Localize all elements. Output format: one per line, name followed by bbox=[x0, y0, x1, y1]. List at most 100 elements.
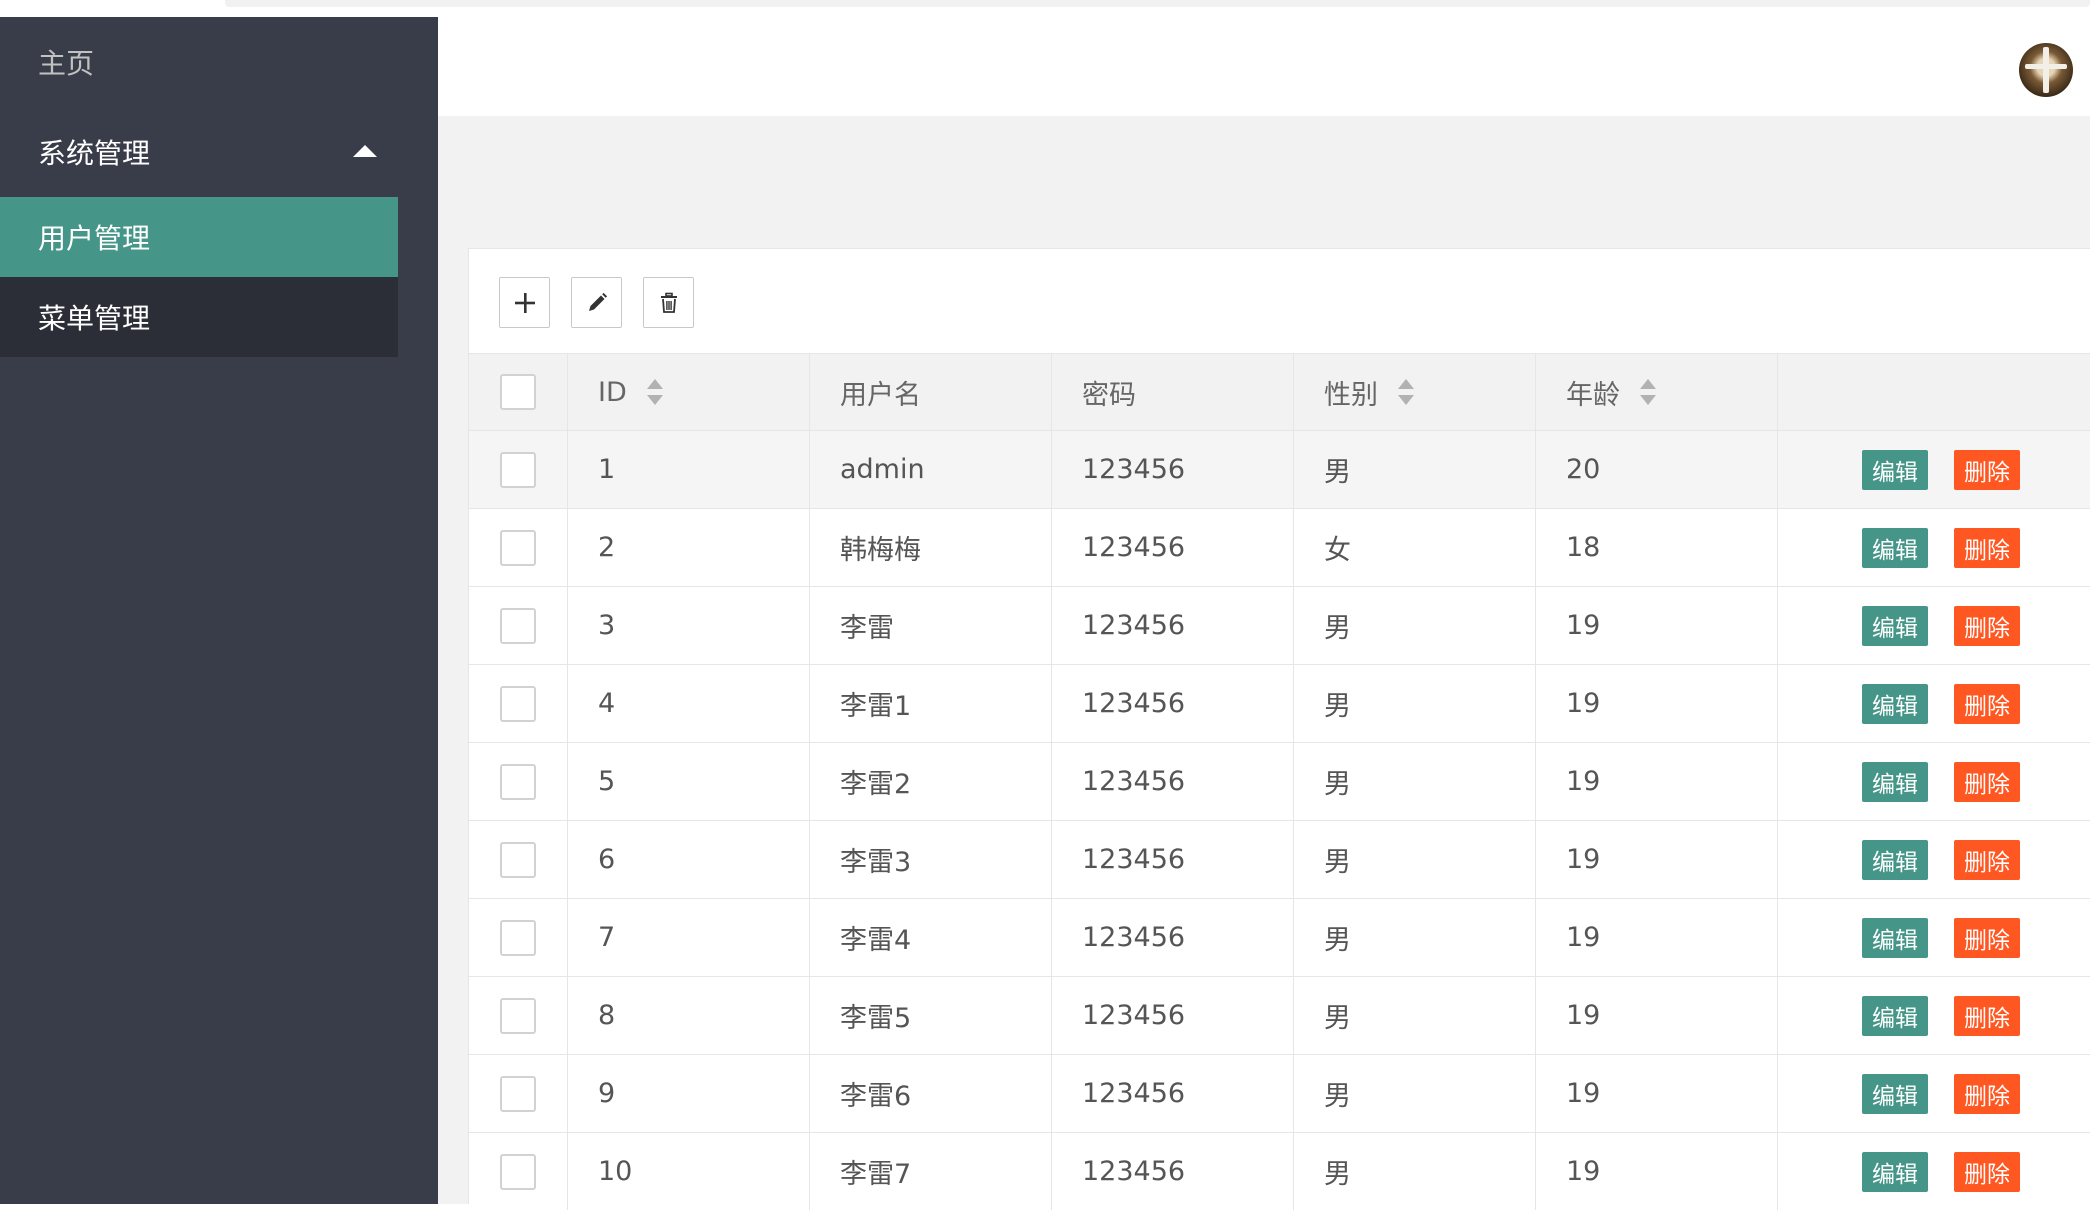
sidebar-item-menu-management[interactable]: 菜单管理 bbox=[0, 277, 398, 357]
nav-group-system-management[interactable]: 系统管理 bbox=[0, 107, 438, 197]
row-delete-button[interactable]: 删除 bbox=[1954, 449, 2020, 490]
row-delete-button[interactable]: 删除 bbox=[1954, 1073, 2020, 1114]
cell-password: 123456 bbox=[1051, 977, 1293, 1054]
cell-id: 3 bbox=[567, 587, 809, 664]
row-checkbox[interactable] bbox=[500, 1153, 536, 1190]
row-edit-button[interactable]: 编辑 bbox=[1862, 761, 1928, 802]
table-row[interactable]: 1 admin 123456 男 20 编辑 删除 bbox=[469, 430, 2090, 508]
row-delete-button[interactable]: 删除 bbox=[1954, 995, 2020, 1036]
add-button[interactable] bbox=[499, 277, 550, 328]
cell-gender: 男 bbox=[1293, 743, 1535, 820]
sidebar-item-user-management[interactable]: 用户管理 bbox=[0, 197, 398, 277]
sort-icon[interactable] bbox=[1398, 379, 1414, 405]
cell-gender: 男 bbox=[1293, 821, 1535, 898]
sort-icon[interactable] bbox=[1640, 379, 1656, 405]
submenu: 用户管理 菜单管理 bbox=[0, 197, 398, 357]
cell-age: 18 bbox=[1535, 509, 1777, 586]
row-delete-button[interactable]: 删除 bbox=[1954, 761, 2020, 802]
nav-home[interactable]: 主页 bbox=[0, 17, 438, 107]
row-delete-button[interactable]: 删除 bbox=[1954, 683, 2020, 724]
row-checkbox-cell bbox=[469, 743, 567, 820]
cell-id: 2 bbox=[567, 509, 809, 586]
cell-age: 20 bbox=[1535, 431, 1777, 508]
row-checkbox[interactable] bbox=[500, 529, 536, 566]
row-edit-button[interactable]: 编辑 bbox=[1862, 683, 1928, 724]
header-actions bbox=[1777, 354, 2090, 430]
header-gender[interactable]: 性别 bbox=[1293, 354, 1535, 430]
row-delete-button[interactable]: 删除 bbox=[1954, 1151, 2020, 1192]
row-checkbox-cell bbox=[469, 977, 567, 1054]
cell-gender: 男 bbox=[1293, 899, 1535, 976]
cell-actions: 编辑 删除 bbox=[1777, 977, 2090, 1054]
header-age[interactable]: 年龄 bbox=[1535, 354, 1777, 430]
main-content: ID 用户名 密码 性别 年龄 1 admin 123456 男 20 编辑 删… bbox=[438, 116, 2090, 1210]
row-checkbox-cell bbox=[469, 1055, 567, 1132]
row-checkbox[interactable] bbox=[500, 997, 536, 1034]
row-edit-button[interactable]: 编辑 bbox=[1862, 1073, 1928, 1114]
cell-username: 韩梅梅 bbox=[809, 509, 1051, 586]
cell-age: 19 bbox=[1535, 665, 1777, 742]
row-edit-button[interactable]: 编辑 bbox=[1862, 917, 1928, 958]
select-all-checkbox[interactable] bbox=[500, 374, 536, 410]
row-checkbox[interactable] bbox=[500, 763, 536, 800]
delete-selected-button[interactable] bbox=[643, 277, 694, 328]
row-checkbox[interactable] bbox=[500, 841, 536, 878]
table-row[interactable]: 7 李雷4 123456 男 19 编辑 删除 bbox=[469, 898, 2090, 976]
row-edit-button[interactable]: 编辑 bbox=[1862, 839, 1928, 880]
cell-age: 19 bbox=[1535, 899, 1777, 976]
row-edit-button[interactable]: 编辑 bbox=[1862, 995, 1928, 1036]
cell-username: 李雷1 bbox=[809, 665, 1051, 742]
table-row[interactable]: 3 李雷 123456 男 19 编辑 删除 bbox=[469, 586, 2090, 664]
cell-username: 李雷2 bbox=[809, 743, 1051, 820]
cell-password: 123456 bbox=[1051, 509, 1293, 586]
cell-id: 5 bbox=[567, 743, 809, 820]
sidebar: 主页 系统管理 用户管理 菜单管理 bbox=[0, 17, 438, 1204]
row-checkbox[interactable] bbox=[500, 1075, 536, 1112]
row-checkbox-cell bbox=[469, 821, 567, 898]
cell-id: 9 bbox=[567, 1055, 809, 1132]
cell-password: 123456 bbox=[1051, 1055, 1293, 1132]
table-row[interactable]: 8 李雷5 123456 男 19 编辑 删除 bbox=[469, 976, 2090, 1054]
cell-gender: 男 bbox=[1293, 587, 1535, 664]
cell-username: 李雷4 bbox=[809, 899, 1051, 976]
row-edit-button[interactable]: 编辑 bbox=[1862, 527, 1928, 568]
sort-icon[interactable] bbox=[646, 379, 663, 405]
row-checkbox-cell bbox=[469, 1133, 567, 1210]
row-edit-button[interactable]: 编辑 bbox=[1862, 449, 1928, 490]
table-row[interactable]: 10 李雷7 123456 男 19 编辑 删除 bbox=[469, 1132, 2090, 1210]
row-delete-button[interactable]: 删除 bbox=[1954, 917, 2020, 958]
edit-selected-button[interactable] bbox=[571, 277, 622, 328]
cell-username: 李雷6 bbox=[809, 1055, 1051, 1132]
header-checkbox-cell bbox=[469, 354, 567, 430]
cell-id: 6 bbox=[567, 821, 809, 898]
table-row[interactable]: 2 韩梅梅 123456 女 18 编辑 删除 bbox=[469, 508, 2090, 586]
row-checkbox[interactable] bbox=[500, 685, 536, 722]
header-gender-label: 性别 bbox=[1324, 379, 1378, 411]
cell-gender: 女 bbox=[1293, 509, 1535, 586]
row-checkbox-cell bbox=[469, 899, 567, 976]
table-row[interactable]: 9 李雷6 123456 男 19 编辑 删除 bbox=[469, 1054, 2090, 1132]
table-row[interactable]: 6 李雷3 123456 男 19 编辑 删除 bbox=[469, 820, 2090, 898]
table-header-row: ID 用户名 密码 性别 年龄 bbox=[469, 353, 2090, 430]
table-row[interactable]: 4 李雷1 123456 男 19 编辑 删除 bbox=[469, 664, 2090, 742]
row-checkbox-cell bbox=[469, 509, 567, 586]
cell-actions: 编辑 删除 bbox=[1777, 1055, 2090, 1132]
row-edit-button[interactable]: 编辑 bbox=[1862, 1151, 1928, 1192]
row-checkbox[interactable] bbox=[500, 607, 536, 644]
cell-actions: 编辑 删除 bbox=[1777, 821, 2090, 898]
row-delete-button[interactable]: 删除 bbox=[1954, 527, 2020, 568]
cell-password: 123456 bbox=[1051, 1133, 1293, 1210]
table-row[interactable]: 5 李雷2 123456 男 19 编辑 删除 bbox=[469, 742, 2090, 820]
row-delete-button[interactable]: 删除 bbox=[1954, 605, 2020, 646]
cell-password: 123456 bbox=[1051, 665, 1293, 742]
header-id[interactable]: ID bbox=[567, 354, 809, 430]
cell-password: 123456 bbox=[1051, 821, 1293, 898]
row-edit-button[interactable]: 编辑 bbox=[1862, 605, 1928, 646]
cell-username: 李雷 bbox=[809, 587, 1051, 664]
cell-actions: 编辑 删除 bbox=[1777, 1133, 2090, 1210]
row-checkbox[interactable] bbox=[500, 919, 536, 956]
cell-id: 4 bbox=[567, 665, 809, 742]
avatar[interactable] bbox=[2019, 43, 2073, 97]
row-checkbox[interactable] bbox=[500, 451, 536, 488]
row-delete-button[interactable]: 删除 bbox=[1954, 839, 2020, 880]
